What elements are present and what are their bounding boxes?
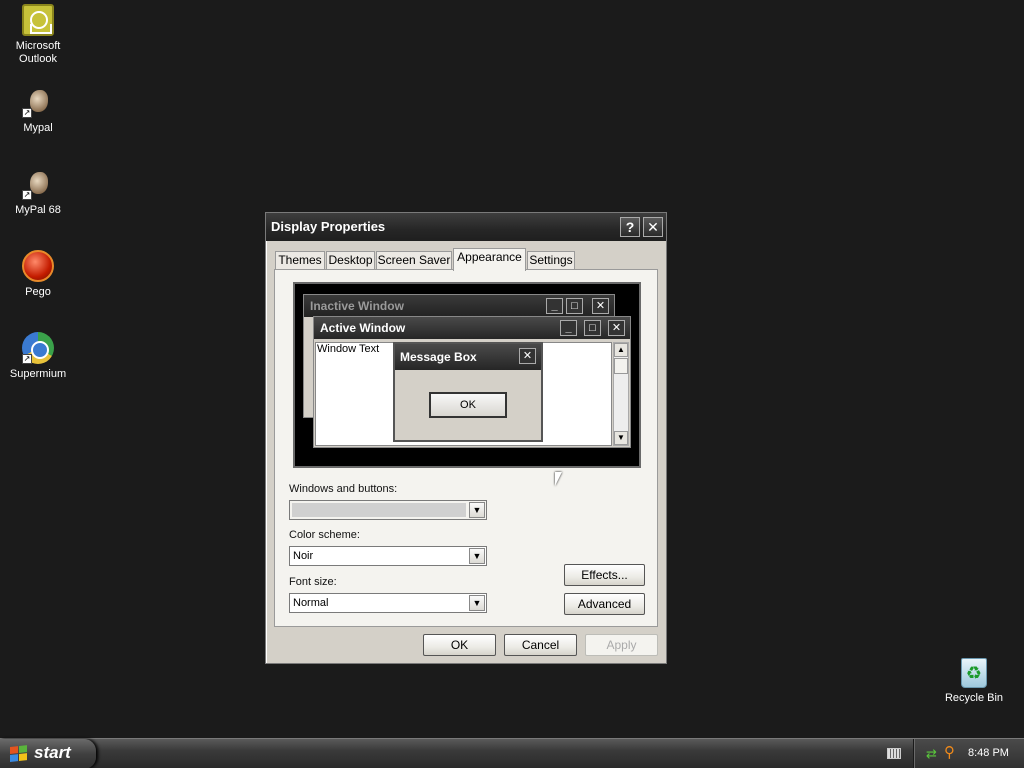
advanced-button[interactable]: Advanced	[564, 593, 645, 615]
minimize-icon: _	[560, 320, 577, 336]
color-scheme-select[interactable]: Noir ▼	[289, 546, 487, 566]
font-size-select[interactable]: Normal ▼	[289, 593, 487, 613]
clock[interactable]: 8:48 PM	[968, 747, 1009, 759]
dialog-title: Display Properties	[271, 219, 386, 234]
desktop-icon-label: Supermium	[9, 368, 67, 380]
mypal-icon: ↗	[22, 86, 54, 118]
cancel-button[interactable]: Cancel	[504, 634, 577, 656]
desktop-icon-label: Pego	[25, 286, 51, 298]
desktop-icon-mypal[interactable]: ↗ Mypal	[0, 86, 76, 135]
tab-desktop[interactable]: Desktop	[326, 251, 375, 270]
shortcut-arrow-icon: ↗	[22, 354, 32, 364]
appearance-panel: Inactive Window _ □ ✕ Active Window _ □ …	[274, 269, 658, 627]
preview-window-text: Window Text	[317, 343, 380, 355]
system-tray: ⇄ ⚲ 8:48 PM	[913, 739, 1024, 768]
effects-button[interactable]: Effects...	[564, 564, 645, 586]
chevron-down-icon: ▼	[469, 502, 485, 518]
start-button[interactable]: start	[0, 739, 96, 768]
windows-and-buttons-label: Windows and buttons:	[289, 483, 398, 495]
desktop-icon-outlook[interactable]: Microsoft Outlook	[0, 4, 76, 66]
close-button[interactable]: ✕	[643, 217, 663, 237]
appearance-preview: Inactive Window _ □ ✕ Active Window _ □ …	[293, 282, 641, 468]
search-icon[interactable]: ⚲	[944, 745, 955, 760]
help-button[interactable]: ?	[620, 217, 640, 237]
shortcut-arrow-icon: ↗	[22, 190, 32, 200]
recycle-bin-icon: ♻	[961, 658, 987, 688]
desktop-icon-label: MyPal 68	[15, 204, 61, 216]
tab-themes[interactable]: Themes	[275, 251, 325, 270]
desktop-icon-label: Recycle Bin	[944, 692, 1004, 704]
pego-icon	[22, 250, 54, 282]
desktop-icon-mypal-68[interactable]: ↗ MyPal 68	[0, 168, 76, 217]
desktop-icon-label: Mypal	[23, 122, 53, 134]
apply-button[interactable]: Apply	[585, 634, 658, 656]
minimize-icon: _	[546, 298, 563, 314]
start-label: start	[34, 743, 71, 762]
display-properties-dialog: Display Properties ? ✕ Themes Desktop Sc…	[265, 212, 667, 664]
font-size-value: Normal	[293, 597, 329, 609]
maximize-icon: □	[566, 298, 583, 314]
tab-settings[interactable]: Settings	[527, 251, 575, 270]
tab-appearance[interactable]: Appearance	[453, 248, 526, 271]
taskbar: start ⇄ ⚲ 8:48 PM	[0, 738, 1024, 768]
desktop-icon-pego[interactable]: Pego	[0, 250, 76, 299]
close-icon: ✕	[519, 348, 536, 364]
font-size-label: Font size:	[289, 576, 337, 588]
chevron-down-icon: ▼	[469, 548, 485, 564]
preview-message-box: Message Box ✕ OK	[393, 342, 543, 442]
desktop-icon-recycle-bin[interactable]: ♻ Recycle Bin	[936, 658, 1012, 705]
tab-screen-saver[interactable]: Screen Saver	[376, 251, 452, 270]
ok-button[interactable]: OK	[423, 634, 496, 656]
scroll-up-icon: ▲	[614, 343, 628, 357]
supermium-icon: ↗	[22, 332, 54, 364]
mouse-cursor-icon	[555, 472, 562, 486]
color-scheme-label: Color scheme:	[289, 529, 360, 541]
outlook-icon	[22, 4, 54, 36]
windows-and-buttons-select[interactable]: ▼	[289, 500, 487, 520]
windows-flag-icon	[10, 745, 28, 763]
close-icon: ✕	[608, 320, 625, 336]
windows-and-buttons-value	[292, 503, 466, 517]
scroll-thumb	[614, 358, 628, 374]
chevron-down-icon: ▼	[469, 595, 485, 611]
network-icon[interactable]: ⇄	[926, 747, 937, 760]
preview-scrollbar: ▲ ▼	[613, 342, 629, 446]
mypal-icon: ↗	[22, 168, 54, 200]
desktop-icon-supermium[interactable]: ↗ Supermium	[0, 332, 76, 381]
keyboard-icon[interactable]	[887, 748, 901, 759]
dialog-titlebar[interactable]: Display Properties ? ✕	[266, 213, 666, 241]
scroll-down-icon: ▼	[614, 431, 628, 445]
color-scheme-value: Noir	[293, 550, 314, 562]
desktop-icon-label: Microsoft Outlook	[15, 40, 61, 65]
shortcut-arrow-icon: ↗	[22, 108, 32, 118]
preview-active-title: Active Window	[314, 317, 630, 339]
preview-message-ok-button: OK	[429, 392, 507, 418]
maximize-icon: □	[584, 320, 601, 336]
close-icon: ✕	[592, 298, 609, 314]
